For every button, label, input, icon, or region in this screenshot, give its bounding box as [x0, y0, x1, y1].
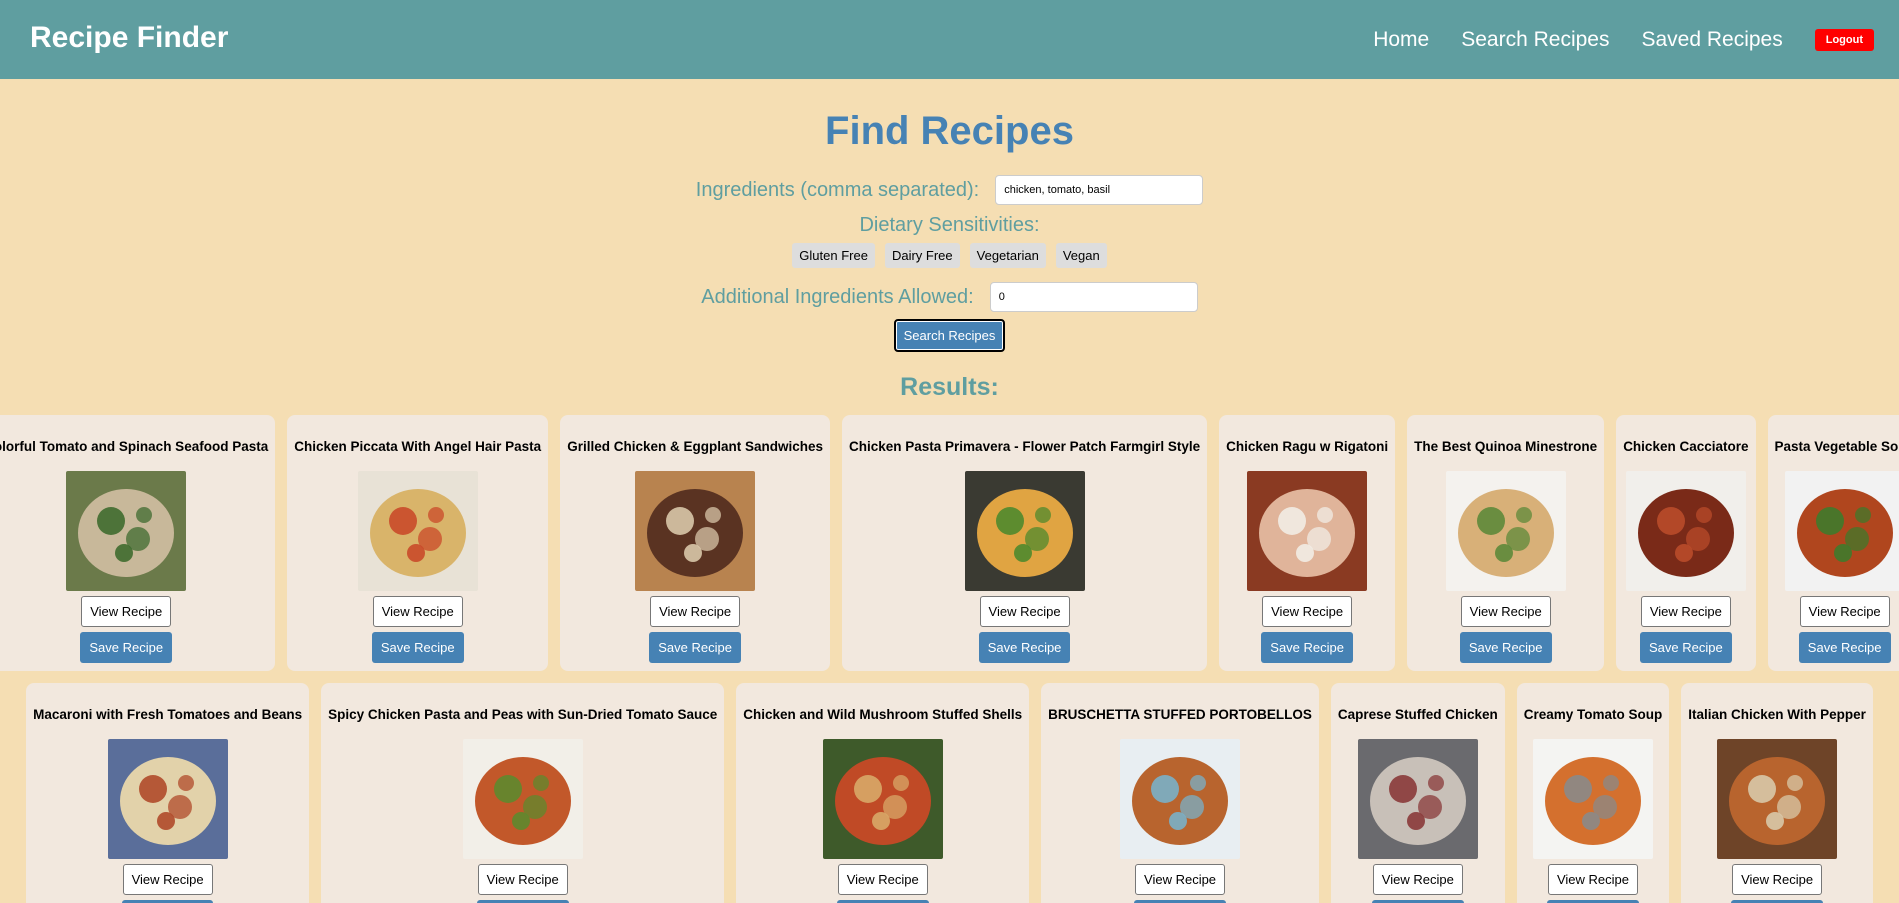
recipe-image [357, 471, 478, 591]
recipe-title: Chicken Pasta Primavera - Flower Patch F… [849, 439, 1201, 454]
recipe-title: Grilled Chicken & Eggplant Sandwiches [567, 439, 823, 454]
recipe-image [1532, 739, 1653, 859]
recipe-card: Chicken and Wild Mushroom Stuffed Shells… [736, 683, 1030, 903]
recipe-image [1445, 471, 1566, 591]
search-recipes-button[interactable]: Search Recipes [893, 319, 1006, 352]
nav-home-link[interactable]: Home [1373, 28, 1429, 52]
recipe-card: BRUSCHETTA STUFFED PORTOBELLOS View Recip… [1041, 683, 1319, 903]
view-recipe-button[interactable]: View Recipe [1460, 596, 1551, 627]
recipe-image [1120, 739, 1241, 859]
additional-ingredients-label: Additional Ingredients Allowed: [701, 285, 974, 308]
recipe-card: Pasta Vegetable Soup View Recipe Save Reci… [1767, 415, 1899, 671]
recipe-card: Spicy Chicken Pasta and Peas with Sun-Dr… [321, 683, 725, 903]
save-recipe-button[interactable]: Save Recipe [1798, 632, 1891, 663]
view-recipe-button[interactable]: View Recipe [1135, 864, 1226, 895]
recipe-image [1247, 471, 1368, 591]
results-grid: Colorful Tomato and Spinach Seafood Past… [0, 415, 1899, 903]
recipe-title: Italian Chicken With Pepper [1688, 707, 1866, 722]
recipe-card: Italian Chicken With PepperView RecipeSa… [1681, 683, 1873, 903]
ingredients-input[interactable] [995, 175, 1204, 205]
additional-ingredients-input[interactable] [989, 282, 1198, 312]
additional-row: Additional Ingredients Allowed: [0, 282, 1899, 312]
save-recipe-button[interactable]: Save Recipe [649, 632, 741, 663]
view-recipe-button[interactable]: View Recipe [650, 596, 741, 627]
recipe-title: Chicken Piccata With Angel Hair Pasta [294, 439, 542, 454]
recipe-title: BRUSCHETTA STUFFED PORTOBELLOS [1048, 707, 1312, 722]
recipe-image [107, 739, 228, 859]
diet-option-vegan[interactable]: Vegan [1055, 243, 1107, 268]
view-recipe-button[interactable]: View Recipe [477, 864, 568, 895]
recipe-card: Chicken Pasta Primavera - Flower Patch F… [842, 415, 1208, 671]
app-title: Recipe Finder [30, 21, 229, 54]
recipe-image [964, 471, 1085, 591]
recipe-image [66, 471, 187, 591]
dietary-options: Gluten Free Dairy Free Vegetarian Vegan [0, 243, 1899, 268]
recipe-image [1717, 739, 1838, 859]
recipe-card: Chicken Piccata With Angel Hair Pasta Vie… [287, 415, 549, 671]
recipe-title: Chicken and Wild Mushroom Stuffed Shells [743, 707, 1023, 722]
view-recipe-button[interactable]: View Recipe [1372, 864, 1463, 895]
recipe-card: Chicken Ragu w Rigatoni View Recipe Save R… [1219, 415, 1396, 671]
recipe-title: The Best Quinoa Minestrone [1414, 439, 1598, 454]
save-recipe-button[interactable]: Save Recipe [1639, 632, 1732, 663]
save-recipe-button[interactable]: Save Recipe [80, 632, 173, 663]
recipe-card: Creamy Tomato SoupView RecipeSave Recipe [1516, 683, 1670, 903]
save-recipe-button[interactable]: Save Recipe [1459, 632, 1552, 663]
recipe-image [1625, 471, 1746, 591]
view-recipe-button[interactable]: View Recipe [1799, 596, 1890, 627]
view-recipe-button[interactable]: View Recipe [837, 864, 928, 895]
recipe-title: Caprese Stuffed Chicken [1337, 707, 1498, 722]
view-recipe-button[interactable]: View Recipe [1732, 864, 1823, 895]
results-row: Macaroni with Fresh Tomatoes and Beans Vi… [0, 683, 1899, 903]
recipe-card: Grilled Chicken & Eggplant Sandwiches Vie… [560, 415, 830, 671]
save-recipe-button[interactable]: Save Recipe [978, 632, 1071, 663]
view-recipe-button[interactable]: View Recipe [1547, 864, 1638, 895]
view-recipe-button[interactable]: View Recipe [1262, 596, 1353, 627]
view-recipe-button[interactable]: View Recipe [372, 596, 463, 627]
page-title: Find Recipes [825, 109, 1074, 153]
recipe-title: Creamy Tomato Soup [1523, 707, 1663, 722]
navbar: Recipe Finder Home Search Recipes Saved … [0, 0, 1899, 79]
dietary-label: Dietary Sensitivities: [859, 214, 1040, 236]
nav-search-link[interactable]: Search Recipes [1461, 28, 1609, 52]
nav-saved-link[interactable]: Saved Recipes [1641, 28, 1782, 52]
save-recipe-button[interactable]: Save Recipe [371, 632, 464, 663]
recipe-image [635, 471, 756, 591]
recipe-title: Spicy Chicken Pasta and Peas with Sun-Dr… [328, 707, 718, 722]
recipe-card: Macaroni with Fresh Tomatoes and Beans Vi… [26, 683, 310, 903]
recipe-card: The Best Quinoa Minestrone View Recipe Sav… [1407, 415, 1605, 671]
recipe-card: Caprese Stuffed ChickenView RecipeSave R… [1330, 683, 1505, 903]
recipe-title: Chicken Ragu w Rigatoni [1226, 439, 1389, 454]
ingredients-row: Ingredients (comma separated): [0, 175, 1899, 205]
ingredients-label: Ingredients (comma separated): [695, 178, 980, 201]
view-recipe-button[interactable]: View Recipe [81, 596, 172, 627]
diet-option-gluten-free[interactable]: Gluten Free [792, 243, 875, 268]
logout-button[interactable]: Logout [1814, 28, 1874, 51]
diet-option-dairy-free[interactable]: Dairy Free [884, 243, 960, 268]
results-row: Colorful Tomato and Spinach Seafood Past… [0, 415, 1899, 671]
save-recipe-button[interactable]: Save Recipe [1261, 632, 1353, 663]
recipe-title: Colorful Tomato and Spinach Seafood Past… [0, 439, 269, 454]
recipe-title: Macaroni with Fresh Tomatoes and Beans [33, 707, 303, 722]
results-title: Results: [900, 373, 999, 401]
view-recipe-button[interactable]: View Recipe [122, 864, 213, 895]
recipe-card: Colorful Tomato and Spinach Seafood Past… [0, 415, 276, 671]
recipe-image [822, 739, 943, 859]
view-recipe-button[interactable]: View Recipe [1640, 596, 1731, 627]
recipe-image [1784, 471, 1899, 591]
recipe-image [1357, 739, 1478, 859]
search-form: Find Recipes Ingredients (comma separate… [0, 111, 1899, 402]
recipe-title: Chicken Cacciatore [1623, 439, 1749, 454]
diet-option-vegetarian[interactable]: Vegetarian [969, 243, 1046, 268]
nav-links: Home Search Recipes Saved Recipes Logout [1341, 28, 1874, 52]
view-recipe-button[interactable]: View Recipe [979, 596, 1070, 627]
recipe-card: Chicken Cacciatore View Recipe Save Recipe [1616, 415, 1756, 671]
recipe-title: Pasta Vegetable Soup [1774, 439, 1899, 454]
recipe-image [462, 739, 583, 859]
